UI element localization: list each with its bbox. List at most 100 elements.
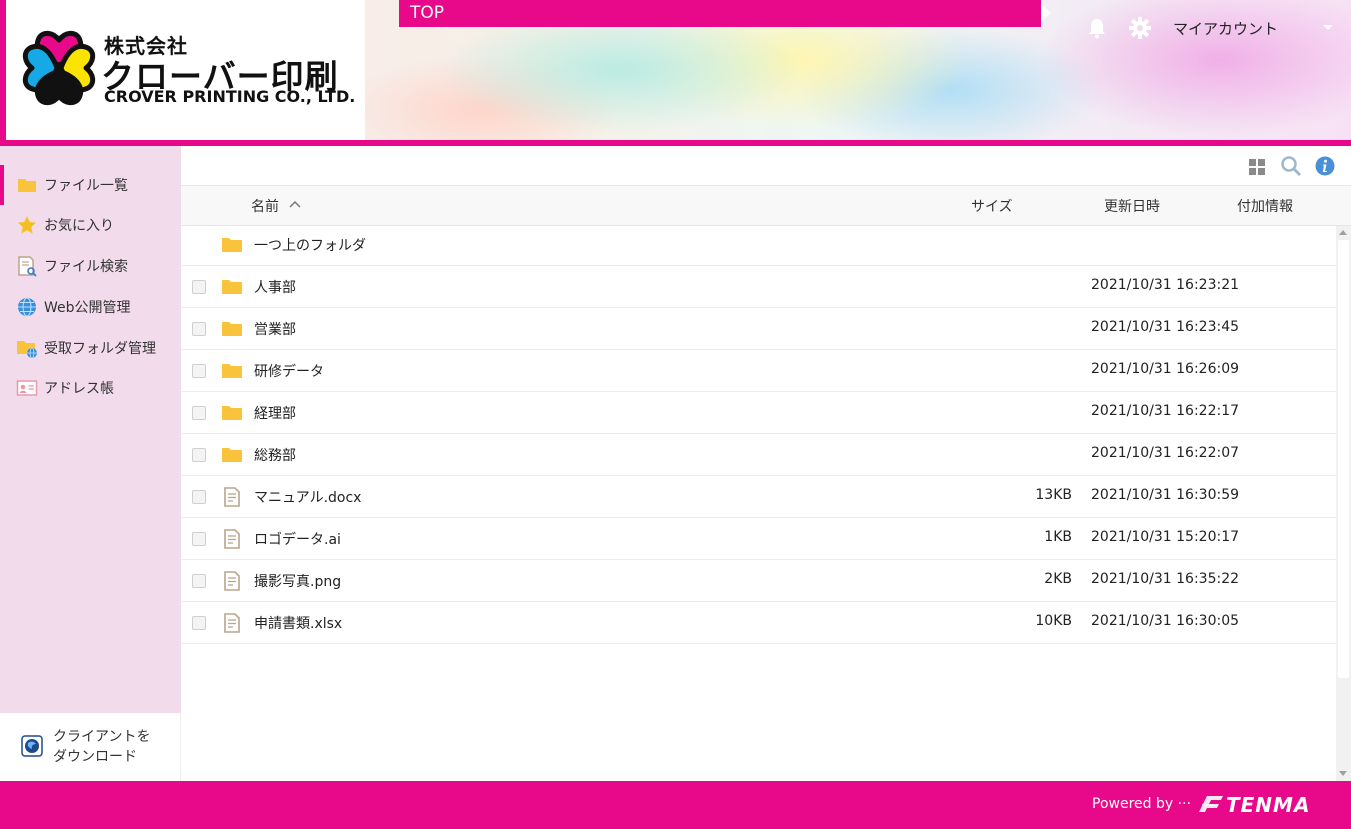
file-date: 2021/10/31 16:23:21 bbox=[1091, 277, 1240, 293]
sidebar-item-address-book[interactable]: アドレス帳 bbox=[0, 368, 181, 408]
document-icon bbox=[224, 571, 240, 591]
table-row[interactable]: 撮影写真.png 2KB 2021/10/31 16:35:22 bbox=[181, 560, 1336, 602]
file-name[interactable]: 総務部 bbox=[254, 445, 296, 465]
folder-icon bbox=[222, 448, 242, 462]
file-size: 1KB bbox=[1044, 529, 1072, 545]
globe-icon bbox=[18, 297, 36, 317]
file-name[interactable]: 申請書類.xlsx bbox=[254, 613, 342, 633]
my-account-menu[interactable]: マイアカウント bbox=[1173, 18, 1278, 39]
table-row[interactable]: 人事部 2021/10/31 16:23:21 bbox=[181, 266, 1336, 308]
file-date: 2021/10/31 16:30:59 bbox=[1091, 487, 1240, 503]
tenma-brand: TENMA bbox=[1226, 793, 1311, 817]
sidebar-item-label: Web公開管理 bbox=[44, 300, 131, 316]
chevron-down-icon[interactable] bbox=[1322, 24, 1334, 32]
row-checkbox[interactable] bbox=[192, 616, 206, 630]
sidebar-item-label: お気に入り bbox=[44, 218, 114, 234]
file-date: 2021/10/31 16:23:45 bbox=[1091, 319, 1240, 335]
column-header-extra-info[interactable]: 付加情報 bbox=[1237, 196, 1293, 216]
table-row[interactable]: ロゴデータ.ai 1KB 2021/10/31 15:20:17 bbox=[181, 518, 1336, 560]
sidebar-item-label: 受取フォルダ管理 bbox=[44, 341, 156, 357]
folder-icon bbox=[18, 179, 36, 192]
download-client-label-line1: クライアントを bbox=[53, 729, 151, 745]
sidebar-item-receive-folder[interactable]: 受取フォルダ管理 bbox=[0, 328, 181, 368]
file-name[interactable]: 研修データ bbox=[254, 361, 324, 381]
sidebar-item-file-list[interactable]: ファイル一覧 bbox=[0, 165, 181, 205]
star-icon bbox=[18, 216, 36, 234]
table-row[interactable]: 申請書類.xlsx 10KB 2021/10/31 16:30:05 bbox=[181, 602, 1336, 644]
row-checkbox[interactable] bbox=[192, 448, 206, 462]
column-header-size[interactable]: サイズ bbox=[971, 196, 1013, 216]
up-folder-label: 一つ上のフォルダ bbox=[254, 238, 366, 254]
breadcrumb-top[interactable]: TOP bbox=[399, 0, 1041, 27]
file-name[interactable]: ロゴデータ.ai bbox=[254, 529, 341, 549]
sidebar-item-label: アドレス帳 bbox=[44, 381, 114, 397]
table-header: 名前 サイズ 更新日時 付加情報 bbox=[181, 186, 1351, 226]
row-checkbox[interactable] bbox=[192, 406, 206, 420]
sidebar-item-label: ファイル一覧 bbox=[44, 178, 128, 194]
grid-view-icon[interactable] bbox=[1248, 158, 1266, 176]
company-logo[interactable]: 株式会社 クローバー印刷 CROVER PRINTING CO., LTD. bbox=[0, 0, 365, 140]
toolbar bbox=[181, 146, 1351, 186]
bell-icon[interactable] bbox=[1085, 16, 1109, 40]
file-size: 2KB bbox=[1044, 571, 1072, 587]
document-icon bbox=[224, 487, 240, 507]
file-date: 2021/10/31 16:35:22 bbox=[1091, 571, 1240, 587]
file-date: 2021/10/31 16:22:17 bbox=[1091, 403, 1240, 419]
folder-icon bbox=[222, 364, 242, 378]
folder-icon bbox=[222, 238, 242, 252]
scrollbar-thumb[interactable] bbox=[1338, 240, 1349, 678]
file-list-scrollbar[interactable] bbox=[1336, 226, 1351, 781]
row-checkbox[interactable] bbox=[192, 532, 206, 546]
sidebar-item-web-publish[interactable]: Web公開管理 bbox=[0, 287, 181, 327]
file-search-icon bbox=[18, 256, 37, 277]
sidebar-item-favorites[interactable]: お気に入り bbox=[0, 205, 181, 245]
file-name[interactable]: マニュアル.docx bbox=[254, 487, 361, 507]
sidebar: ファイル一覧 お気に入り ファイル検索 Web公開管理 受取フォルダ管理 アドレ… bbox=[0, 146, 181, 713]
document-icon bbox=[224, 529, 240, 549]
up-folder-row[interactable]: 一つ上のフォルダ bbox=[181, 226, 1336, 266]
clover-logo-icon bbox=[22, 30, 96, 106]
file-size: 13KB bbox=[1035, 487, 1072, 503]
table-row[interactable]: 研修データ 2021/10/31 16:26:09 bbox=[181, 350, 1336, 392]
file-date: 2021/10/31 16:22:07 bbox=[1091, 445, 1240, 461]
folder-globe-icon bbox=[17, 341, 37, 359]
file-name[interactable]: 撮影写真.png bbox=[254, 571, 341, 591]
scroll-down-arrow-icon[interactable] bbox=[1339, 771, 1347, 776]
breadcrumb-arrow-icon bbox=[1041, 4, 1051, 22]
info-icon[interactable] bbox=[1315, 156, 1335, 176]
scroll-up-arrow-icon[interactable] bbox=[1339, 230, 1347, 235]
file-date: 2021/10/31 15:20:17 bbox=[1091, 529, 1240, 545]
footer: Powered by ··· TENMA bbox=[0, 781, 1351, 829]
address-card-icon bbox=[16, 380, 38, 396]
download-client-icon bbox=[21, 735, 43, 757]
download-client-button[interactable]: クライアントを ダウンロード bbox=[0, 713, 181, 781]
file-name[interactable]: 営業部 bbox=[254, 319, 296, 339]
download-client-label: クライアントを ダウンロード bbox=[53, 727, 163, 767]
file-name[interactable]: 人事部 bbox=[254, 277, 296, 297]
folder-icon bbox=[222, 322, 242, 336]
table-row[interactable]: 経理部 2021/10/31 16:22:17 bbox=[181, 392, 1336, 434]
powered-by-text: Powered by ··· bbox=[1092, 796, 1191, 812]
column-header-name[interactable]: 名前 bbox=[251, 196, 279, 216]
table-row[interactable]: 総務部 2021/10/31 16:22:07 bbox=[181, 434, 1336, 476]
folder-icon bbox=[222, 406, 242, 420]
file-name[interactable]: 経理部 bbox=[254, 403, 296, 423]
company-name-english: CROVER PRINTING CO., LTD. bbox=[104, 87, 356, 106]
row-checkbox[interactable] bbox=[192, 322, 206, 336]
row-checkbox[interactable] bbox=[192, 574, 206, 588]
row-checkbox[interactable] bbox=[192, 364, 206, 378]
row-checkbox[interactable] bbox=[192, 490, 206, 504]
sort-ascending-icon[interactable] bbox=[289, 200, 301, 208]
column-header-date[interactable]: 更新日時 bbox=[1104, 196, 1160, 216]
download-client-label-line2: ダウンロード bbox=[53, 749, 137, 765]
file-date: 2021/10/31 16:26:09 bbox=[1091, 361, 1240, 377]
table-row[interactable]: マニュアル.docx 13KB 2021/10/31 16:30:59 bbox=[181, 476, 1336, 518]
search-icon[interactable] bbox=[1280, 155, 1302, 177]
row-checkbox[interactable] bbox=[192, 280, 206, 294]
file-list: 一つ上のフォルダ 人事部 2021/10/31 16:23:21 営業部 202… bbox=[181, 226, 1336, 781]
gear-icon[interactable] bbox=[1128, 16, 1152, 40]
sidebar-item-file-search[interactable]: ファイル検索 bbox=[0, 246, 181, 286]
file-date: 2021/10/31 16:30:05 bbox=[1091, 613, 1240, 629]
table-row[interactable]: 営業部 2021/10/31 16:23:45 bbox=[181, 308, 1336, 350]
folder-icon bbox=[222, 280, 242, 294]
